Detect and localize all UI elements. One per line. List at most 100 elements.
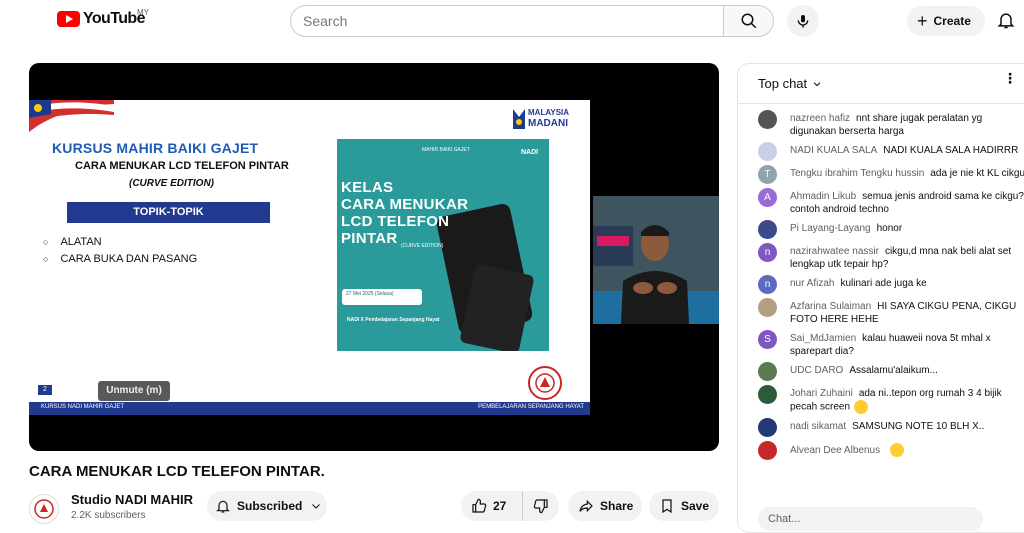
agenda-item: CARA BUKA DAN PASANG bbox=[43, 253, 197, 265]
chat-author-name[interactable]: Ahmadin Likub bbox=[790, 191, 856, 202]
chat-message-list[interactable]: nazreen hafiz nnt share jugak peralatan y… bbox=[738, 104, 1024, 463]
chat-author-name[interactable]: Alvean Dee Albenus bbox=[790, 445, 880, 456]
chat-author-avatar[interactable] bbox=[758, 385, 777, 404]
presenter-webcam bbox=[593, 196, 719, 324]
chat-author-avatar[interactable] bbox=[758, 441, 777, 460]
chat-message[interactable]: Johari Zuhaini ada ni..tepon org rumah 3 … bbox=[738, 384, 1024, 417]
chat-author-avatar[interactable]: T bbox=[758, 165, 777, 184]
microphone-icon bbox=[797, 15, 809, 28]
chat-message[interactable]: NADI KUALA SALA NADI KUALA SALA HADIRRR bbox=[738, 141, 1024, 164]
community-seal-logo bbox=[528, 366, 562, 400]
chat-message[interactable]: n nur Afizah kulinari ade juga ke bbox=[738, 274, 1024, 297]
agenda-list: ALATAN CARA BUKA DAN PASANG bbox=[43, 236, 197, 270]
madani-line1: MALAYSIA bbox=[528, 108, 570, 117]
channel-logo-icon bbox=[34, 499, 54, 519]
thumbs-up-icon bbox=[472, 498, 487, 513]
country-code: MY bbox=[137, 8, 149, 17]
slide-topic-title: CARA MENUKAR LCD TELEFON PINTAR bbox=[75, 160, 289, 172]
poster-nadi: NADI bbox=[521, 149, 539, 156]
chat-message[interactable]: Pi Layang-Layang honor bbox=[738, 219, 1024, 242]
bookmark-icon bbox=[662, 499, 672, 514]
chat-author-name[interactable]: nazreen hafiz bbox=[790, 113, 850, 124]
chat-author-avatar[interactable] bbox=[758, 298, 777, 317]
chat-message[interactable]: A Ahmadin Likub semua jenis android sama k… bbox=[738, 187, 1024, 219]
chat-author-name[interactable]: NADI KUALA SALA bbox=[790, 145, 877, 156]
search-button[interactable] bbox=[723, 5, 774, 37]
channel-avatar[interactable] bbox=[29, 494, 59, 524]
chat-author-avatar[interactable]: n bbox=[758, 243, 777, 262]
class-poster: MAHIR BAIKI GAJET NADI KELAS CARA MENUKA… bbox=[337, 139, 549, 351]
chat-message-text: kulinari ade juga ke bbox=[840, 278, 927, 289]
presentation-slide: MALAYSIA MADANI KURSUS MAHIR BAIKI GAJET… bbox=[29, 100, 590, 415]
malaysia-madani-logo: MALAYSIA MADANI bbox=[511, 103, 587, 135]
chat-message[interactable]: nazreen hafiz nnt share jugak peralatan y… bbox=[738, 109, 1024, 141]
channel-name[interactable]: Studio NADI MAHIR bbox=[71, 492, 193, 507]
poster-tag: NADI X Pembelajaran Sepanjang Hayat bbox=[347, 317, 440, 323]
poster-label: MAHIR BAIKI GAJET bbox=[422, 147, 470, 153]
video-title: CARA MENUKAR LCD TELEFON PINTAR. bbox=[29, 463, 325, 480]
chat-author-name[interactable]: Johari Zuhaini bbox=[790, 388, 853, 399]
chat-message[interactable]: Alvean Dee Albenus bbox=[738, 440, 1024, 463]
create-button[interactable]: + Create bbox=[907, 6, 985, 36]
share-icon bbox=[579, 499, 593, 513]
chat-message[interactable]: UDC DARO Assalamu'alaikum... bbox=[738, 361, 1024, 384]
chat-author-avatar[interactable] bbox=[758, 142, 777, 161]
footer-right-text: PEMBELAJARAN SEPANJANG HAYAT bbox=[478, 404, 584, 410]
unmute-button[interactable]: Unmute (m) bbox=[98, 381, 170, 401]
search-input[interactable] bbox=[291, 6, 723, 36]
slide-footer: KURSUS NADI MAHIR GAJET PEMBELAJARAN SEP… bbox=[29, 402, 590, 415]
chat-author-name[interactable]: nur Afizah bbox=[790, 278, 834, 289]
subscriber-count: 2.2K subscribers bbox=[71, 510, 146, 521]
chat-author-avatar[interactable] bbox=[758, 220, 777, 239]
chat-author-name[interactable]: Tengku ibrahim Tengku hussin bbox=[790, 168, 924, 179]
chat-author-name[interactable]: Sai_MdJamien bbox=[790, 333, 856, 344]
plus-icon: + bbox=[917, 11, 928, 31]
chat-author-avatar[interactable]: A bbox=[758, 188, 777, 207]
poster-date: 27 Mei 2025 (Selasa) bbox=[342, 289, 422, 305]
chat-header-title: Top chat bbox=[758, 76, 808, 91]
chat-author-avatar[interactable] bbox=[758, 418, 777, 437]
live-chat-panel: Top chat ⋮ nazreen hafiz nnt share jugak … bbox=[737, 63, 1024, 533]
more-options-icon[interactable]: ⋮ bbox=[1003, 71, 1017, 85]
like-count: 27 bbox=[493, 499, 507, 513]
chat-author-name[interactable]: nazirahwatee nassir bbox=[790, 246, 879, 257]
chat-author-avatar[interactable]: n bbox=[758, 275, 777, 294]
chat-author-avatar[interactable] bbox=[758, 362, 777, 381]
chat-author-avatar[interactable] bbox=[758, 110, 777, 129]
bell-icon bbox=[997, 13, 1015, 29]
chevron-down-icon bbox=[312, 504, 321, 509]
chat-author-name[interactable]: Pi Layang-Layang bbox=[790, 223, 871, 234]
chat-message-text: honor bbox=[876, 223, 903, 234]
video-player[interactable]: MALAYSIA MADANI KURSUS MAHIR BAIKI GAJET… bbox=[29, 63, 719, 451]
madani-line2: MADANI bbox=[528, 118, 568, 129]
chat-author-name[interactable]: Azfarina Sulaiman bbox=[790, 301, 871, 312]
chat-author-name[interactable]: nadi sikamat bbox=[790, 421, 846, 432]
chat-message-text: Assalamu'alaikum... bbox=[849, 365, 938, 376]
agenda-item: ALATAN bbox=[43, 236, 197, 248]
voice-search-button[interactable] bbox=[787, 5, 819, 37]
chat-author-name[interactable]: UDC DARO bbox=[790, 365, 843, 376]
slide-edition: (CURVE EDITION) bbox=[129, 178, 214, 189]
smiley-emoji-icon bbox=[854, 400, 869, 414]
chat-message[interactable]: n nazirahwatee nassir cikgu,d mna nak beli… bbox=[738, 242, 1024, 274]
search-icon bbox=[741, 13, 756, 29]
chat-message[interactable]: S Sai_MdJamien kalau huaweii nova 5t mhal … bbox=[738, 329, 1024, 361]
logo-text: YouTube bbox=[83, 10, 145, 27]
slide-number: 2 bbox=[38, 385, 52, 395]
poster-edition: (CURVE EDITION) bbox=[401, 243, 444, 249]
masthead: YouTube MY + Create bbox=[0, 0, 1024, 42]
bell-icon bbox=[216, 500, 230, 513]
smiley-emoji-icon bbox=[890, 443, 905, 457]
chat-message-text: NADI KUALA SALA HADIRRR bbox=[883, 145, 1019, 156]
chat-mode-selector[interactable]: Top chat bbox=[738, 64, 1024, 104]
chat-message[interactable]: Azfarina Sulaiman HI SAYA CIKGU PENA, CIK… bbox=[738, 297, 1024, 329]
search-box bbox=[290, 5, 724, 37]
chat-message[interactable]: nadi sikamat SAMSUNG NOTE 10 BLH X.. bbox=[738, 417, 1024, 440]
notifications-button[interactable] bbox=[996, 10, 1016, 35]
chat-message[interactable]: T Tengku ibrahim Tengku hussin ada je nie … bbox=[738, 164, 1024, 187]
chat-input[interactable]: Chat... bbox=[758, 507, 983, 531]
youtube-logo[interactable]: YouTube MY bbox=[57, 8, 149, 28]
presenter-figure bbox=[593, 196, 719, 324]
topics-heading: TOPIK-TOPIK bbox=[67, 202, 270, 223]
chat-author-avatar[interactable]: S bbox=[758, 330, 777, 349]
